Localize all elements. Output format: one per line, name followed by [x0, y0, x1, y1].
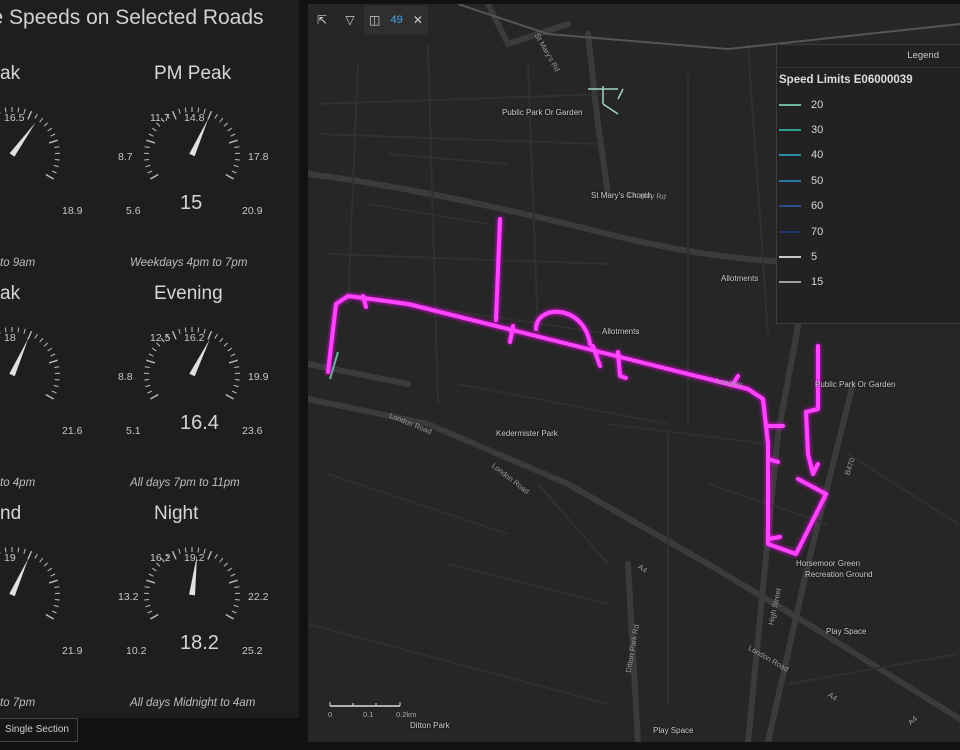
gauge-tick-label: 20.9 [242, 205, 263, 217]
gauge-subtitle: All days 7pm to 11pm [130, 477, 240, 489]
legend-label: 20 [811, 98, 824, 111]
legend-line-icon [779, 154, 801, 157]
selection-count-button[interactable]: ◫ 49 ✕ [364, 6, 428, 34]
gauge-tick-label: 18.9 [62, 205, 83, 217]
gauge-title: nd [0, 503, 22, 524]
single-section-tab[interactable]: Single Section [0, 718, 78, 742]
legend-item: 30 [777, 117, 960, 142]
legend-line-icon [779, 129, 801, 132]
legend-line-icon [779, 103, 801, 106]
gauge-tick-label: 5.6 [126, 205, 141, 217]
gauge-tick-label: 16.5 [4, 112, 25, 124]
gauge-title: ak [0, 283, 21, 304]
gauge-value: 18.2 [180, 632, 219, 654]
legend-item: 20 [777, 92, 960, 117]
map-label-play-space-2: Play Space [653, 726, 694, 735]
gauge-tick-label: 8.8 [118, 371, 133, 383]
legend-label: 5 [811, 251, 818, 264]
legend-item: 40 [777, 143, 960, 168]
legend-line-icon [779, 205, 801, 208]
gauge-tick-label: 5.1 [126, 425, 141, 437]
legend-label: 40 [811, 149, 824, 162]
map-label-kedermister: Kedermister Park [496, 429, 558, 438]
clear-selection-icon[interactable]: ✕ [413, 13, 423, 27]
gauge-tick-label: 21.6 [62, 425, 83, 437]
select-tool-icon[interactable]: ⇱ [308, 6, 336, 34]
legend-item: 70 [777, 219, 960, 244]
gauge-subtitle: to 9am [0, 257, 36, 269]
map-label-park: Public Park Or Garden [502, 108, 583, 117]
map-label-allotments-2: Allotments [602, 327, 640, 336]
legend-panel: Legend Speed Limits E06000039 20 30 40 50 60… [776, 44, 960, 324]
speed-dashboard-panel: hicle Speeds on Selected Roads ak4.116.5… [0, 0, 299, 718]
map-view[interactable]: ⇱ ▽ ◫ 49 ✕ Public Park Or Garden St Mary… [308, 4, 960, 742]
filter-dropdown-icon[interactable]: ▽ [336, 6, 364, 34]
map-label-ditton-park: Ditton Park [410, 721, 450, 730]
legend-item: 50 [777, 168, 960, 193]
speed-gauge: nd6.11921.9to 7pm [0, 495, 90, 709]
gauge-tick-label: 25.2 [242, 645, 263, 657]
gauge-tick-label: 14.8 [184, 112, 205, 124]
speed-gauge: Evening 12.5 16.2 8.8 19.9 5.1 23.6 16.4 All day… [110, 275, 270, 489]
map-label-horsemoor: Horsemoor Green [796, 559, 861, 568]
gauge-tick-label: 19 [4, 552, 16, 564]
gauge-value: 16.4 [180, 412, 219, 434]
gauge-tick-label: 21.9 [62, 645, 83, 657]
map-label-park-2: Public Park Or Garden [815, 380, 896, 389]
selection-count: 49 [390, 14, 403, 26]
gauge-subtitle: All days Midnight to 4am [130, 697, 256, 709]
gauge-title: PM Peak [154, 63, 232, 84]
legend-item: 60 [777, 194, 960, 219]
legend-label: 30 [811, 124, 824, 137]
gauge-subtitle: to 4pm [0, 477, 36, 489]
speed-gauge: ak4.116.518.9to 9am [0, 55, 90, 269]
gauge-value: 15 [180, 192, 203, 214]
scale-label-0: 0 [328, 710, 333, 719]
map-label-recreation: Recreation Ground [805, 570, 873, 579]
gauge-subtitle: to 7pm [0, 697, 36, 709]
gauge-tick-label: 22.2 [248, 591, 269, 603]
map-label-allotments: Allotments [721, 274, 759, 283]
gauge-tick-label: 17.8 [248, 151, 269, 163]
gauge-tick-label: 19.2 [184, 552, 205, 564]
gauge-title: Evening [154, 283, 223, 304]
legend-label: 15 [811, 276, 824, 289]
speed-gauge: Night 16.2 19.2 13.2 22.2 10.2 25.2 18.2 All day… [110, 495, 270, 709]
gauge-tick-label: 16.2 [150, 552, 171, 564]
scale-label-1: 0.1 [363, 710, 374, 719]
selection-icon: ◫ [369, 13, 381, 27]
speed-gauge: ak4.51821.6to 4pm [0, 275, 90, 489]
gauge-tick-label: 11.7 [150, 112, 170, 124]
gauge-tick-label: 23.6 [242, 425, 263, 437]
legend-item: 15 [777, 270, 960, 295]
legend-line-icon [779, 256, 801, 259]
gauge-tick-label: 16.2 [184, 332, 205, 344]
legend-line-icon [779, 230, 801, 233]
legend-title: Speed Limits E06000039 [779, 74, 913, 86]
gauge-tick-label: 8.7 [118, 151, 133, 163]
legend-label: 70 [811, 225, 824, 238]
map-toolbar: ⇱ ▽ ◫ 49 ✕ [308, 4, 428, 36]
legend-line-icon [779, 281, 801, 284]
gauge-tick-label: 12.5 [150, 332, 171, 344]
legend-label: 50 [811, 174, 824, 187]
gauge-tick-label: 19.9 [248, 371, 269, 383]
legend-line-icon [779, 179, 801, 182]
map-label-play-space: Play Space [826, 627, 867, 636]
gauge-title: Night [154, 503, 199, 524]
gauge-title: ak [0, 63, 21, 84]
gauge-tick-label: 10.2 [126, 645, 147, 657]
scale-label-2: 0.2km [396, 710, 417, 719]
speed-gauge: PM Peak 11.7 14.8 8.7 17.8 5.6 20.9 15 Weekdays … [110, 55, 270, 269]
legend-header: Legend [777, 45, 960, 68]
legend-label: 60 [811, 200, 824, 213]
gauge-tick-label: 13.2 [118, 591, 139, 603]
gauge-subtitle: Weekdays 4pm to 7pm [130, 257, 248, 269]
legend-item: 5 [777, 244, 960, 269]
panel-title: hicle Speeds on Selected Roads [0, 6, 264, 29]
gauge-tick-label: 18 [4, 332, 16, 344]
